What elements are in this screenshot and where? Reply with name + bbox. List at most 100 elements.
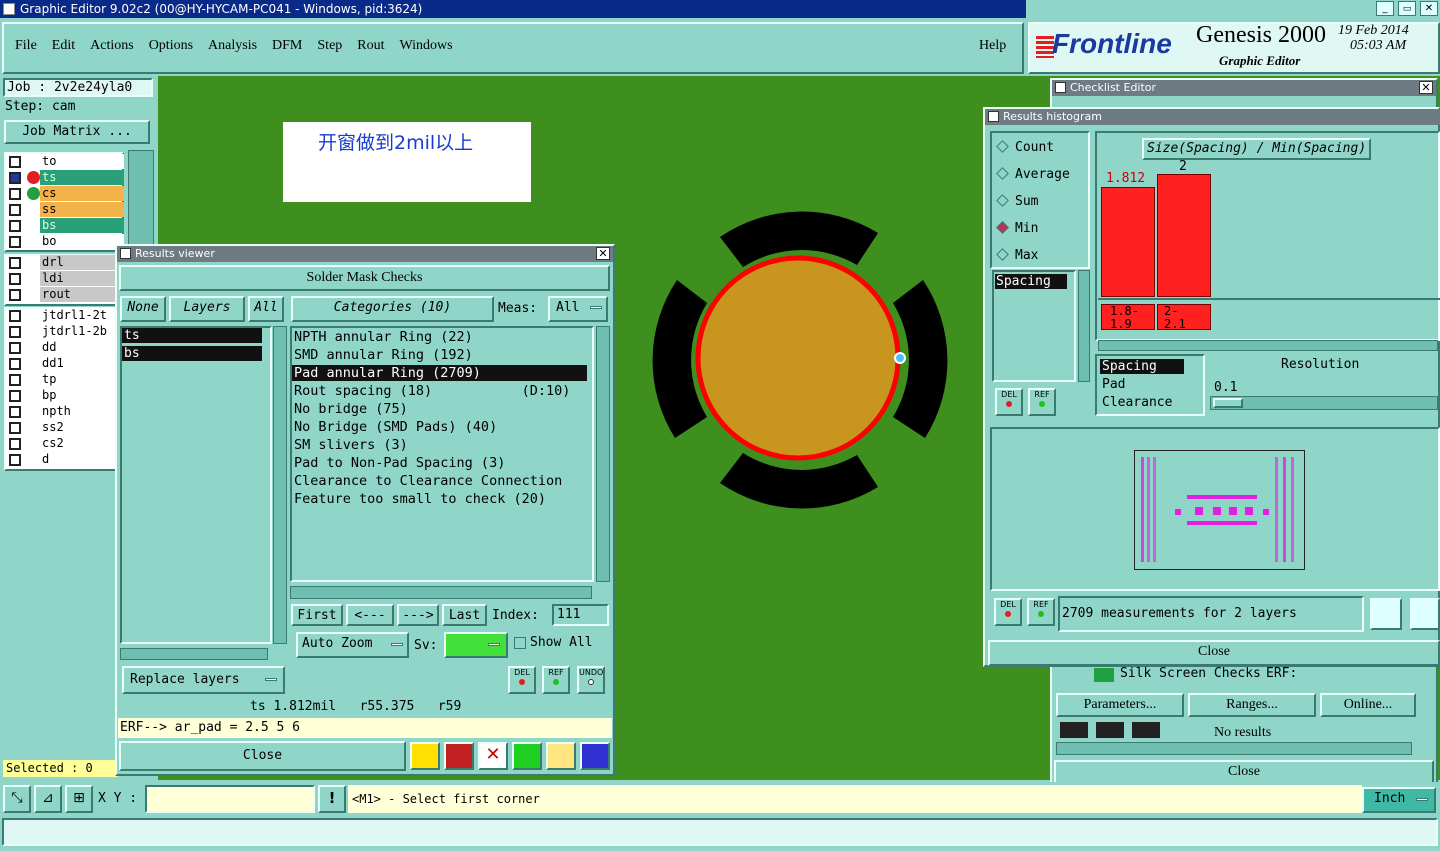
layers-list-hscroll[interactable]	[120, 648, 268, 660]
histogram-icon[interactable]	[580, 742, 610, 770]
auto-zoom-dropdown[interactable]: Auto Zoom	[296, 632, 409, 658]
layer-name[interactable]: to	[40, 154, 124, 169]
online-button[interactable]: Online...	[1320, 693, 1416, 717]
category-item[interactable]: No Bridge (SMD Pads) (40)	[294, 418, 588, 436]
group-item-spacing[interactable]: Spacing	[1100, 359, 1184, 374]
close-icon[interactable]: ✕	[596, 247, 610, 260]
layer-row-d[interactable]: d	[6, 452, 124, 468]
layer-checkbox[interactable]	[9, 422, 21, 434]
alert-icon[interactable]: !	[318, 785, 346, 813]
option-min[interactable]: Min	[996, 221, 1038, 236]
layer-name[interactable]: bo	[40, 234, 124, 249]
layer-name[interactable]: drl	[40, 255, 124, 270]
measure-icon[interactable]: ⊿	[34, 785, 62, 813]
delete-markers-icon[interactable]: ✕	[478, 742, 508, 770]
layer-row-tp[interactable]: tp	[6, 372, 124, 388]
sv-color-dropdown[interactable]	[444, 632, 508, 658]
layer-checkbox[interactable]	[9, 374, 21, 386]
layer-name[interactable]: bs	[40, 218, 124, 233]
option-count[interactable]: Count	[996, 140, 1054, 155]
menu-file[interactable]: File	[15, 38, 37, 53]
option-sum[interactable]: Sum	[996, 194, 1038, 209]
grid-icon[interactable]: ⊞	[65, 785, 93, 813]
layer-name[interactable]: jtdrl1-2b	[40, 324, 124, 339]
report-icon[interactable]	[546, 742, 576, 770]
category-item[interactable]: Clearance to Clearance Connection	[294, 472, 588, 490]
layer-row-bs[interactable]: bs	[6, 218, 124, 234]
layer-row-npth[interactable]: npth	[6, 404, 124, 420]
layer-checkbox[interactable]	[9, 454, 21, 466]
layer-checkbox[interactable]	[9, 438, 21, 450]
layer-checkbox[interactable]	[9, 204, 21, 216]
layer-name[interactable]: jtdrl1-2t	[40, 308, 124, 323]
del-button[interactable]: DEL	[508, 666, 536, 694]
layer-checkbox[interactable]	[9, 188, 21, 200]
minimize-icon[interactable]: _	[1376, 1, 1394, 16]
category-item[interactable]: SMD annular Ring (192)	[294, 346, 588, 364]
layer-item-bs[interactable]: bs	[122, 346, 262, 361]
layer-checkbox[interactable]	[9, 326, 21, 338]
layer-checkbox[interactable]	[9, 406, 21, 418]
histogram-close-button[interactable]: Close	[988, 640, 1440, 666]
layer-name[interactable]: cs	[40, 186, 124, 201]
menu-dfm[interactable]: DFM	[272, 38, 302, 53]
category-item[interactable]: Rout spacing (18) (D:10)	[294, 382, 588, 400]
tool-icon-1[interactable]	[1060, 722, 1088, 738]
layers-button[interactable]: Layers	[169, 296, 245, 322]
layer-row-ss2[interactable]: ss2	[6, 420, 124, 436]
layer-name[interactable]: ss	[40, 202, 124, 217]
screenshot-icon[interactable]	[444, 742, 474, 770]
category-item[interactable]: Pad to Non-Pad Spacing (3)	[294, 454, 588, 472]
layer-checkbox[interactable]	[9, 236, 21, 248]
layer-item-ts[interactable]: ts	[122, 328, 262, 343]
layer-name[interactable]: dd1	[40, 356, 124, 371]
next-button[interactable]: --->	[397, 604, 439, 626]
undo-button[interactable]: UNDO	[577, 666, 605, 694]
option-average[interactable]: Average	[996, 167, 1070, 182]
layer-name[interactable]: tp	[40, 372, 124, 387]
menu-actions[interactable]: Actions	[90, 38, 134, 53]
layer-row-drl[interactable]: drl	[6, 255, 124, 271]
histogram-bar-2[interactable]	[1157, 174, 1211, 297]
layers-list[interactable]	[120, 326, 272, 644]
layer-name[interactable]: rout	[40, 287, 124, 302]
layer-name[interactable]: ss2	[40, 420, 124, 435]
group-item-pad[interactable]: Pad	[1102, 377, 1125, 392]
zoom-next-icon[interactable]	[1410, 598, 1440, 630]
slider-thumb[interactable]	[1213, 398, 1243, 408]
layer-checkbox[interactable]	[9, 342, 21, 354]
zoom-fit-icon[interactable]	[1370, 598, 1402, 630]
layer-row-to[interactable]: to	[6, 154, 124, 170]
category-item[interactable]: No bridge (75)	[294, 400, 588, 418]
layer-name[interactable]: ldi	[40, 271, 124, 286]
layer-row-dd[interactable]: dd	[6, 340, 124, 356]
layer-checkbox[interactable]	[9, 310, 21, 322]
layer-name[interactable]: dd	[40, 340, 124, 355]
layer-name[interactable]: npth	[40, 404, 124, 419]
categories-vscroll[interactable]	[596, 326, 610, 582]
layer-row-bp[interactable]: bp	[6, 388, 124, 404]
menu-help[interactable]: Help	[979, 38, 1006, 54]
category-item[interactable]: Feature too small to check (20)	[294, 490, 588, 508]
layer-row-jtdrl1-2b[interactable]: jtdrl1-2b	[6, 324, 124, 340]
category-item[interactable]: Pad annular Ring (2709)	[294, 364, 588, 382]
close-icon[interactable]: ✕	[1419, 81, 1433, 94]
layer-checkbox[interactable]	[9, 156, 21, 168]
preview-del-button[interactable]: DEL	[994, 598, 1022, 626]
chart-hscroll[interactable]	[1098, 340, 1438, 351]
layers-list-scrollbar[interactable]	[273, 326, 287, 644]
category-item[interactable]: SM slivers (3)	[294, 436, 588, 454]
layer-name[interactable]: cs2	[40, 436, 124, 451]
layer-row-cs[interactable]: cs	[6, 186, 124, 202]
show-all-checkbox[interactable]	[514, 637, 526, 649]
maximize-icon[interactable]: ▭	[1398, 1, 1416, 16]
all-layers-button[interactable]: All	[248, 296, 284, 322]
none-button[interactable]: None	[120, 296, 166, 322]
preview-ref-button[interactable]: REF	[1027, 598, 1055, 626]
spacing-item[interactable]: Spacing	[995, 274, 1067, 289]
hist-ref-button[interactable]: REF	[1028, 388, 1056, 416]
layer-checkbox[interactable]	[9, 390, 21, 402]
layer-row-dd1[interactable]: dd1	[6, 356, 124, 372]
ref-button[interactable]: REF	[542, 666, 570, 694]
categories-hscroll[interactable]	[290, 586, 592, 599]
